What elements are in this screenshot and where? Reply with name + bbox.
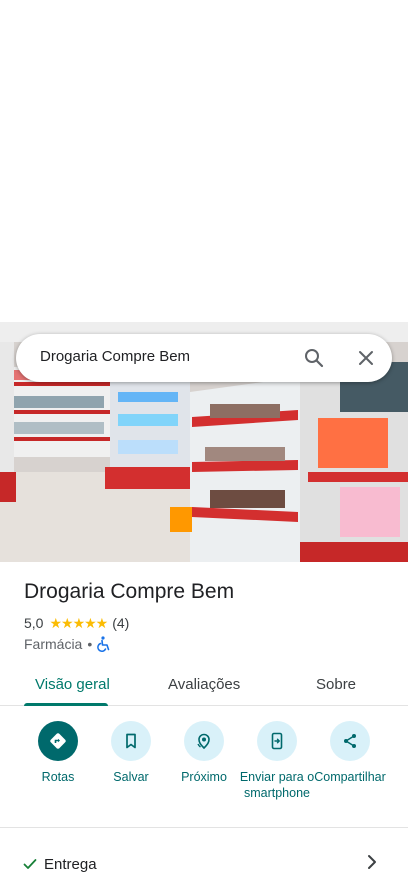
star-rating-icon: ★★★★★: [49, 614, 108, 631]
section-divider: [0, 827, 408, 828]
active-tab-indicator: [24, 703, 108, 706]
map-area-blank: [0, 0, 408, 322]
close-icon[interactable]: [354, 346, 378, 370]
rating-value: 5,0: [24, 615, 44, 631]
share-label: Compartilhar: [314, 770, 386, 784]
tab-visao-geral[interactable]: Visão geral: [35, 676, 110, 693]
place-tabs: Visão geral Avaliações Sobre: [0, 664, 408, 706]
send-to-phone-icon[interactable]: [257, 721, 297, 761]
place-category: Farmácia: [24, 636, 83, 652]
rating-row[interactable]: 5,0 ★★★★★ (4): [24, 614, 129, 632]
share-icon[interactable]: [330, 721, 370, 761]
search-query-text[interactable]: Drogaria Compre Bem: [40, 348, 190, 365]
check-icon: [22, 856, 38, 872]
tab-avaliacoes[interactable]: Avaliações: [168, 676, 240, 693]
tab-sobre[interactable]: Sobre: [316, 676, 356, 693]
search-icon[interactable]: [302, 346, 326, 370]
review-count: (4): [112, 615, 130, 631]
search-bar[interactable]: Drogaria Compre Bem: [16, 334, 392, 382]
delivery-row[interactable]: Entrega: [0, 846, 408, 882]
place-title: Drogaria Compre Bem: [24, 580, 235, 603]
chevron-right-icon[interactable]: [364, 853, 380, 871]
wheelchair-accessible-icon: [97, 636, 111, 652]
directions-icon[interactable]: [38, 721, 78, 761]
category-row: Farmácia •: [24, 635, 111, 653]
bookmark-icon[interactable]: [111, 721, 151, 761]
nearby-icon[interactable]: [184, 721, 224, 761]
delivery-label: Entrega: [44, 856, 97, 873]
separator-dot: •: [87, 636, 93, 652]
